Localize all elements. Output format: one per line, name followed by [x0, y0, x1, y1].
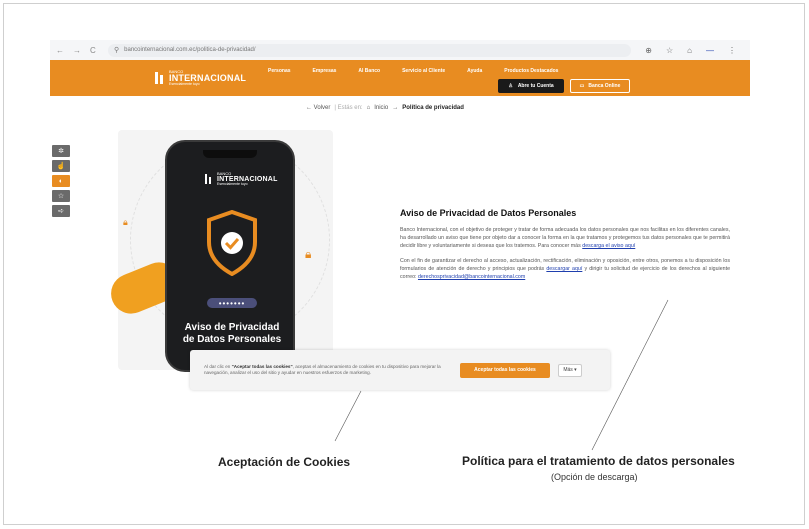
password-field: ••••••• [207, 298, 257, 308]
cookie-text-bold: "Aceptar todas las cookies" [231, 363, 293, 369]
privacy-content: Aviso de Privacidad de Datos Personales … [400, 208, 730, 289]
browser-icons: ⊕ ☆ ⌂ — ⋮ [631, 46, 750, 55]
phone-title-line2: de Datos Personales [182, 333, 282, 345]
laptop-icon: ▭ [579, 83, 585, 89]
url-text: bancointernacional.com.ec/politica-de-pr… [124, 47, 256, 53]
logo-tagline: Esencialmente tuyo [169, 81, 200, 86]
phone-title: Aviso de Privacidad de Datos Personales [177, 322, 287, 345]
phone-title-line1: Aviso de Privacidad [184, 322, 280, 333]
logo-mark-icon [205, 174, 213, 185]
phone-logo-text: BANCO INTERNACIONAL Esencialmente tuyo [217, 172, 278, 187]
cookie-text-pre: Al dar clic en [204, 363, 231, 369]
back-arrow-icon[interactable]: ← [56, 46, 64, 55]
accessibility-icon[interactable]: ✲ [52, 145, 70, 157]
privacy-paragraph-1: Banco Internacional, con el objetivo de … [400, 227, 730, 251]
address-bar[interactable]: ⚲ bancointernacional.com.ec/politica-de-… [108, 43, 632, 57]
nav-item-empresas[interactable]: Empresas [313, 68, 337, 74]
shield-check-icon [207, 210, 257, 276]
extension-icon[interactable]: ⌂ [687, 46, 692, 55]
star-icon[interactable]: ☆ [52, 190, 70, 202]
privacy-email-link[interactable]: derechosprivacidad@bancointernacional.co… [418, 274, 525, 280]
open-account-button[interactable]: ♙ Abre tu Cuenta [498, 79, 564, 93]
caption-cookies: Aceptación de Cookies [218, 455, 351, 469]
caption-policy: Política para el tratamiento de datos pe… [462, 454, 735, 468]
cookie-text: Al dar clic en "Aceptar todas las cookie… [190, 364, 450, 377]
browser-toolbar: ← → C ⚲ bancointernacional.com.ec/politi… [50, 40, 750, 60]
open-account-label: Abre tu Cuenta [517, 83, 554, 89]
menu-icon[interactable]: — [706, 46, 714, 55]
more-icon[interactable]: ⋮ [728, 46, 736, 55]
lock-icon: 🔒︎ [123, 217, 128, 227]
user-icon: ♙ [508, 83, 513, 89]
hand-icon[interactable]: ☝ [52, 160, 70, 172]
breadcrumb-prefix: | Estás en: [334, 105, 363, 111]
breadcrumb: ← Volver | Estás en: ⌂ Inicio → Política… [306, 105, 464, 111]
back-link[interactable]: ← Volver [306, 105, 330, 111]
caption-policy-sub: (Opción de descarga) [551, 472, 638, 482]
download-notice-link[interactable]: descarga el aviso aquí [582, 243, 635, 249]
reload-icon[interactable]: C [90, 46, 96, 55]
cookie-more-button[interactable]: Más ▾ [558, 363, 582, 377]
logo-mark-icon [155, 72, 165, 84]
browser-nav-buttons: ← → C [50, 46, 108, 55]
online-banking-label: Banca Online [588, 83, 621, 89]
page-title: Aviso de Privacidad de Datos Personales [400, 208, 577, 218]
nav-item-ayuda[interactable]: Ayuda [467, 68, 482, 74]
phone-logo: BANCO INTERNACIONAL Esencialmente tuyo [205, 172, 278, 187]
forward-arrow-icon[interactable]: → [73, 46, 81, 55]
contrast-icon[interactable]: ◐ [52, 175, 70, 187]
nav-item-productos[interactable]: Productos Destacados [504, 68, 558, 74]
breadcrumb-home[interactable]: Inicio [374, 105, 388, 111]
cookie-banner: Al dar clic en "Aceptar todas las cookie… [190, 350, 610, 390]
logo-text: BANCO INTERNACIONAL Esencialmente tuyo [169, 69, 246, 87]
privacy-paragraph-2: Con el fin de garantizar el derecho al a… [400, 258, 730, 282]
accessibility-toolbar: ✲ ☝ ◐ ☆ ➪ [52, 145, 70, 217]
bank-logo[interactable]: BANCO INTERNACIONAL Esencialmente tuyo [155, 69, 246, 87]
paragraph-1-text: Banco Internacional, con el objetivo de … [400, 227, 730, 249]
nav-item-servicio[interactable]: Servicio al Cliente [402, 68, 445, 74]
nav-item-personas[interactable]: Personas [268, 68, 291, 74]
star-icon[interactable]: ☆ [666, 46, 673, 55]
breadcrumb-current: Política de privacidad [402, 105, 464, 111]
zoom-icon[interactable]: ⊕ [645, 46, 652, 55]
nav-item-al-banco[interactable]: Al Banco [358, 68, 380, 74]
accept-cookies-button[interactable]: Aceptar todas las cookies [460, 362, 550, 378]
lock-icon: 🔒︎ [305, 247, 312, 261]
online-banking-button[interactable]: ▭ Banca Online [570, 79, 630, 93]
site-info-icon[interactable]: ⚲ [114, 46, 119, 54]
download-forms-link[interactable]: descargar aquí [546, 266, 582, 272]
home-icon[interactable]: ⌂ [367, 105, 371, 111]
phone-illustration: BANCO INTERNACIONAL Esencialmente tuyo •… [165, 140, 295, 372]
phone-logo-tagline: Esencialmente tuyo [217, 182, 248, 186]
main-nav: Personas Empresas Al Banco Servicio al C… [268, 68, 580, 74]
share-icon[interactable]: ➪ [52, 205, 70, 217]
phone-notch [203, 150, 257, 158]
breadcrumb-arrow: → [392, 105, 399, 111]
site-header: BANCO INTERNACIONAL Esencialmente tuyo P… [50, 60, 750, 96]
